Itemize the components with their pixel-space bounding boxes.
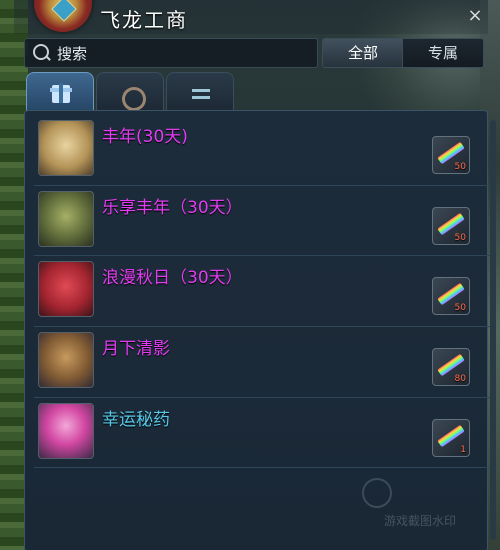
gift-icon (50, 83, 72, 103)
tab-scroll[interactable] (96, 72, 164, 116)
item-name: 丰年(30天) (102, 127, 188, 147)
robe-icon (38, 191, 94, 247)
item-name: 浪漫秋日（30天） (102, 268, 243, 288)
close-icon[interactable]: × (466, 6, 484, 26)
row-divider (34, 255, 494, 256)
item-name: 幸运秘药 (102, 410, 170, 430)
list-item[interactable]: 丰年(30天) 50 (34, 116, 494, 180)
silk-bolt-icon (437, 353, 465, 377)
silk-bundle-icon: 1 (432, 419, 470, 457)
search-input[interactable] (55, 42, 309, 66)
tab-gift[interactable] (26, 72, 94, 113)
list-item[interactable]: 月下清影 80 (34, 328, 494, 392)
robe-icon (38, 261, 94, 317)
item-price: 1 (460, 445, 466, 455)
item-price: 50 (454, 162, 466, 172)
silk-bundle-icon: 50 (432, 207, 470, 245)
silk-bolt-icon (437, 141, 465, 165)
list-item[interactable]: 浪漫秋日（30天） 50 (34, 257, 494, 321)
hair-icon (38, 332, 94, 388)
filter-exclusive-button[interactable]: 专属 (402, 38, 484, 68)
silk-bundle-icon: 80 (432, 348, 470, 386)
item-price: 50 (454, 303, 466, 313)
item-name: 乐享丰年（30天） (102, 198, 243, 218)
row-divider (34, 185, 494, 186)
list-item[interactable]: 乐享丰年（30天） 50 (34, 187, 494, 251)
silk-bolt-icon (437, 424, 465, 448)
silk-bundle-icon: 50 (432, 136, 470, 174)
exchange-icon (192, 85, 210, 103)
silk-bundle-icon: 50 (432, 277, 470, 315)
search-icon (33, 44, 49, 60)
item-name: 月下清影 (102, 339, 170, 359)
item-price: 50 (454, 233, 466, 243)
silk-bolt-icon (437, 212, 465, 236)
list-scrollbar[interactable] (490, 120, 496, 540)
watermark: 游戏截图水印 (362, 478, 482, 528)
robe-icon (38, 120, 94, 176)
silk-bolt-icon (437, 282, 465, 306)
row-divider (34, 397, 494, 398)
row-divider (34, 326, 494, 327)
tab-exchange[interactable] (166, 72, 234, 113)
search-box[interactable] (24, 38, 318, 68)
watermark-text: 游戏截图水印 (384, 514, 457, 528)
item-price: 80 (454, 374, 466, 384)
shop-window: 飞龙工商 × 全部 专属 丰年(30天) 50 乐享 (14, 0, 496, 550)
game-scene: 飞龙工商 × 全部 专属 丰年(30天) 50 乐享 (0, 0, 500, 550)
list-item[interactable]: 幸运秘药 1 (34, 399, 494, 463)
filter-all-button[interactable]: 全部 (322, 38, 404, 68)
shop-title: 飞龙工商 (100, 8, 188, 32)
row-divider (34, 467, 494, 468)
potion-icon (38, 403, 94, 459)
watermark-star-icon (362, 478, 392, 508)
